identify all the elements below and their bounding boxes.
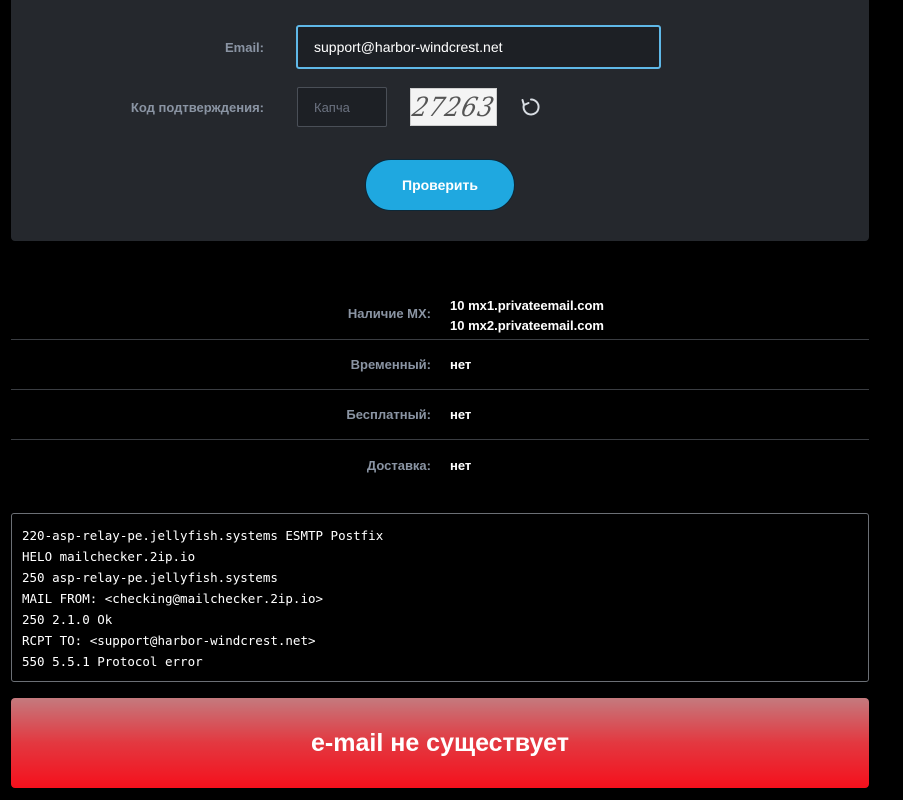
delivery-label: Доставка: — [366, 457, 431, 473]
smtp-log-line: RCPT TO: <support@harbor-windcrest.net> — [22, 633, 316, 648]
email-label: Email: — [224, 40, 264, 55]
mx-priority: 10 — [450, 318, 465, 333]
smtp-log-line: 550 5.5.1 Protocol error — [22, 654, 203, 669]
smtp-log-line: HELO mailchecker.2ip.io — [22, 549, 196, 564]
temporary-value: нет — [450, 357, 472, 372]
refresh-captcha-icon[interactable] — [520, 96, 542, 118]
smtp-log[interactable]: 220-asp-relay-pe.jellyfish.systems ESMTP… — [11, 513, 869, 682]
smtp-log-line: 250 asp-relay-pe.jellyfish.systems — [22, 570, 278, 585]
mx-priority: 10 — [450, 298, 465, 313]
mx-label: Наличие MX: — [347, 306, 431, 321]
free-label: Бесплатный: — [346, 407, 431, 422]
result-row-delivery: Доставка: нет — [11, 440, 869, 490]
smtp-log-line: 220-asp-relay-pe.jellyfish.systems ESMTP… — [22, 528, 384, 543]
verdict-text: e-mail не существует — [311, 728, 569, 757]
mx-records: 10 mx1.privateemail.com 10 mx2.privateem… — [431, 296, 604, 339]
smtp-log-line: MAIL FROM: <checking@mailchecker.2ip.io> — [22, 591, 324, 606]
mx-host: mx1.privateemail.com — [468, 298, 604, 313]
mx-record: 10 mx2.privateemail.com — [450, 316, 604, 336]
captcha-image-text: 27263 — [410, 91, 497, 123]
results-table: Наличие MX: 10 mx1.privateemail.com 10 m… — [11, 280, 869, 490]
captcha-input[interactable] — [297, 87, 387, 127]
result-row-temporary: Временный: нет — [11, 340, 869, 390]
check-form-panel: Email: Код подтверждения: 27263 Проверит… — [11, 0, 869, 241]
email-input[interactable] — [296, 25, 661, 69]
delivery-value: нет — [450, 457, 472, 473]
mx-record: 10 mx1.privateemail.com — [450, 296, 604, 316]
result-row-free: Бесплатный: нет — [11, 390, 869, 440]
captcha-image: 27263 — [410, 88, 497, 126]
verdict-banner: e-mail не существует — [11, 698, 869, 788]
temporary-label: Временный: — [350, 357, 431, 372]
mx-host: mx2.privateemail.com — [468, 318, 604, 333]
free-value: нет — [450, 407, 472, 422]
captcha-label: Код подтверждения: — [130, 100, 264, 115]
smtp-log-line: 250 2.1.0 Ok — [22, 612, 113, 627]
check-button[interactable]: Проверить — [365, 159, 515, 211]
result-row-mx: Наличие MX: 10 mx1.privateemail.com 10 m… — [11, 280, 869, 340]
